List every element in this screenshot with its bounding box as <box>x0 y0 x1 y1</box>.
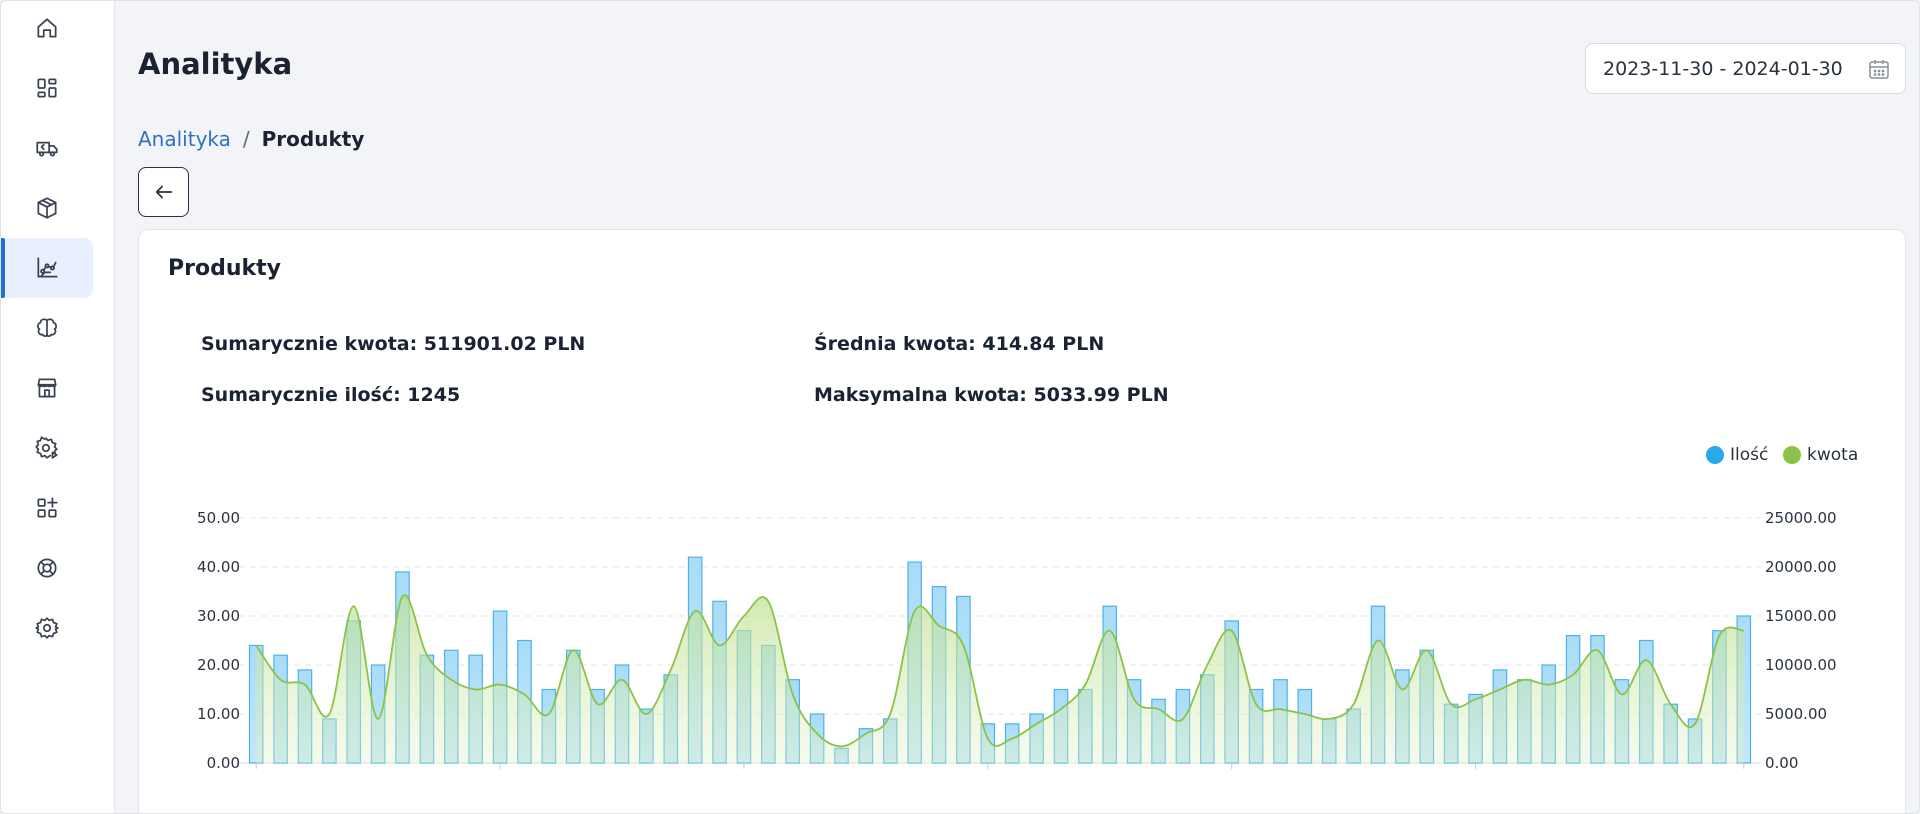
sidebar-item-delivery[interactable] <box>1 118 93 178</box>
calendar-icon <box>1869 60 1889 79</box>
breadcrumb-separator: / <box>242 127 250 151</box>
support-lifebuoy-icon <box>37 558 57 578</box>
brain-icon <box>37 318 57 337</box>
add-apps-icon <box>37 497 58 518</box>
sidebar-item-dashboard[interactable] <box>1 58 93 118</box>
y-right-tick-label: 20000.00 <box>1765 558 1837 576</box>
dashboard-icon <box>37 78 57 98</box>
analytics-chart-icon <box>37 257 58 278</box>
sidebar-item-support[interactable] <box>1 538 93 598</box>
box-icon <box>37 197 57 219</box>
sidebar-item-products[interactable] <box>1 178 93 238</box>
sidebar-item-automation[interactable] <box>1 418 93 478</box>
y-right-tick-label: 10000.00 <box>1765 656 1837 674</box>
products-card: Produkty Sumarycznie kwota: 511901.02 PL… <box>138 229 1906 813</box>
sidebar-item-home[interactable] <box>1 1 93 58</box>
date-range-picker[interactable]: 2023-11-30 - 2024-01-30 <box>1585 43 1906 94</box>
app-window: Analityka 2023-11-30 - 2024-01-30 Analit… <box>0 0 1920 814</box>
sidebar-item-settings[interactable] <box>1 598 93 658</box>
y-left-tick-label: 10.00 <box>197 705 240 723</box>
breadcrumb: Analityka / Produkty <box>138 127 364 151</box>
arrow-left-icon <box>155 185 172 199</box>
y-left-tick-label: 0.00 <box>207 754 240 772</box>
breadcrumb-link-analytics[interactable]: Analityka <box>138 127 231 151</box>
settings-play-icon <box>35 436 58 459</box>
y-right-tick-label: 15000.00 <box>1765 607 1837 625</box>
gear-icon <box>35 617 59 639</box>
y-right-tick-label: 5000.00 <box>1765 705 1827 723</box>
y-right-tick-label: 0.00 <box>1765 754 1798 772</box>
sidebar-item-analytics[interactable] <box>1 238 93 298</box>
delivery-truck-icon <box>36 141 58 157</box>
y-left-tick-label: 30.00 <box>197 607 240 625</box>
sidebar <box>1 1 115 813</box>
sidebar-item-integrations[interactable] <box>1 478 93 538</box>
date-range-value: 2023-11-30 - 2024-01-30 <box>1603 57 1843 80</box>
store-icon <box>37 378 57 398</box>
y-left-tick-label: 50.00 <box>197 509 240 527</box>
sidebar-item-store[interactable] <box>1 358 93 418</box>
breadcrumb-current: Produkty <box>261 127 365 151</box>
y-right-tick-label: 25000.00 <box>1765 509 1837 527</box>
combo-chart: 0.00 10.00 20.00 30.00 40.00 50.00 0.00 5000.00… <box>197 509 1837 772</box>
y-left-tick-label: 40.00 <box>197 558 240 576</box>
back-button[interactable] <box>138 167 189 217</box>
home-icon <box>37 18 57 38</box>
page-title: Analityka <box>138 47 293 81</box>
y-left-tick-label: 20.00 <box>197 656 240 674</box>
sidebar-item-ai[interactable] <box>1 298 93 358</box>
